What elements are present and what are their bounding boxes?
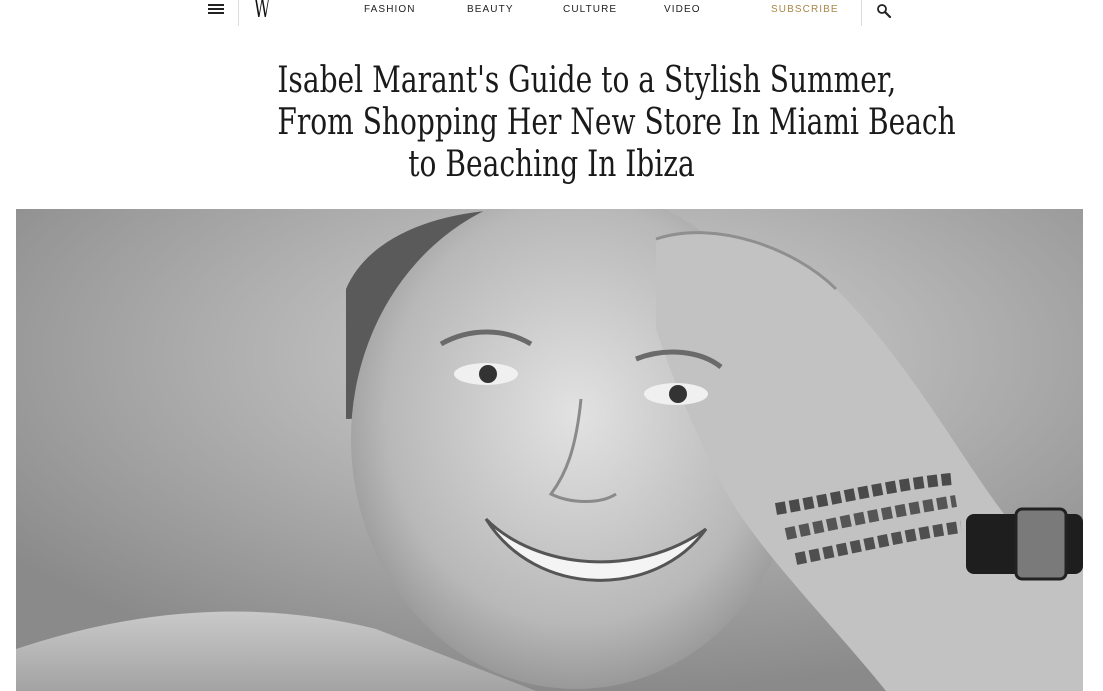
headline-line: From Shopping Her New Store In Miami Bea… — [277, 102, 956, 143]
nav-link-fashion[interactable]: FASHION — [364, 4, 416, 16]
hero-portrait-image — [16, 209, 1083, 691]
portrait-illustration — [16, 209, 1083, 691]
article-header: Isabel Marant's Guide to a Stylish Summe… — [200, 60, 956, 186]
w-magazine-logo[interactable]: W — [254, 0, 270, 24]
search-icon[interactable] — [876, 3, 892, 19]
top-navigation: W FASHION BEAUTY CULTURE VIDEO SUBSCRIBE — [0, 0, 1103, 28]
nav-link-beauty[interactable]: BEAUTY — [467, 4, 514, 16]
nav-link-culture[interactable]: CULTURE — [563, 4, 617, 16]
nav-divider — [238, 0, 239, 26]
article-headline: Isabel Marant's Guide to a Stylish Summe… — [277, 60, 956, 186]
headline-line: Isabel Marant's Guide to a Stylish Summe… — [277, 60, 897, 101]
headline-line: to Beaching In Ibiza — [408, 144, 695, 185]
nav-divider — [861, 0, 862, 26]
subscribe-link[interactable]: SUBSCRIBE — [771, 4, 839, 16]
nav-link-video[interactable]: VIDEO — [664, 4, 701, 16]
hamburger-menu-icon[interactable] — [206, 3, 226, 15]
